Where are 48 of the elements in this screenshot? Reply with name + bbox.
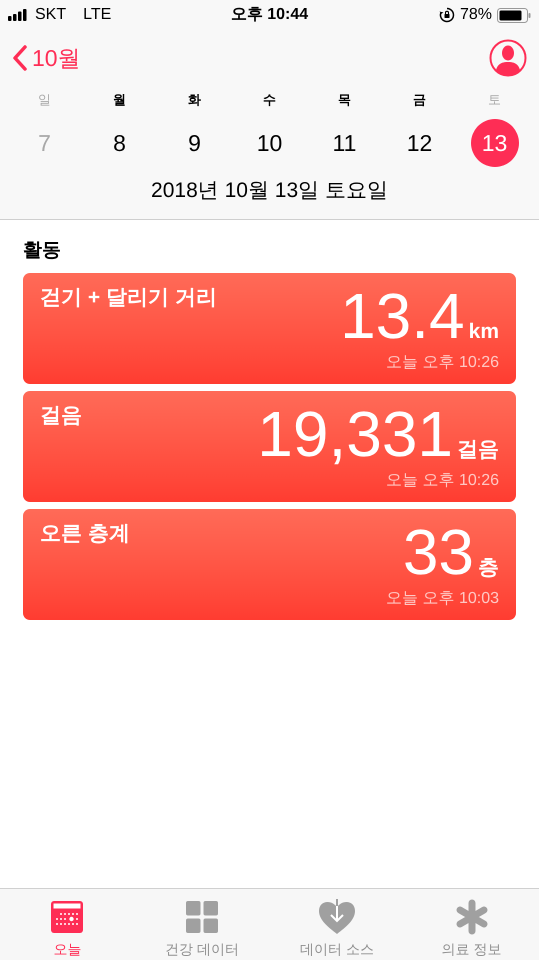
metric-unit: km bbox=[468, 319, 499, 345]
metric-unit: 층 bbox=[478, 555, 499, 581]
updated-time: 오늘 오후 10:03 bbox=[386, 589, 499, 609]
calendar-icon bbox=[50, 900, 84, 934]
heart-arrow-icon bbox=[318, 899, 356, 935]
weekday-label: 금 bbox=[413, 91, 426, 108]
grid-icon bbox=[185, 900, 220, 934]
weekday-label: 화 bbox=[188, 91, 201, 108]
card-title: 걷기 + 달리기 거리 bbox=[40, 285, 217, 311]
activity-card[interactable]: 걸음 19,331 걸음 오늘 오후 10:26 bbox=[23, 391, 516, 502]
day-button[interactable]: 11 bbox=[320, 119, 368, 167]
battery-icon bbox=[497, 8, 531, 22]
day-button[interactable]: 7 bbox=[20, 119, 68, 167]
tab-button[interactable]: 의료 정보 bbox=[404, 889, 539, 960]
battery-percent: 78% bbox=[460, 5, 492, 25]
selected-date: 2018년 10월 13일 토요일 bbox=[151, 178, 388, 204]
section-title: 활동 bbox=[23, 240, 61, 260]
activity-card[interactable]: 오른 층계 33 층 오늘 오후 10:03 bbox=[23, 509, 516, 620]
day-button[interactable]: 10 bbox=[246, 119, 294, 167]
carrier-name: SKT bbox=[35, 5, 66, 25]
chevron-icon bbox=[12, 44, 28, 72]
metric-value: 19,331 bbox=[257, 401, 453, 467]
card-title: 오른 층계 bbox=[40, 521, 130, 547]
updated-time: 오늘 오후 10:26 bbox=[386, 471, 499, 491]
metric-value: 33 bbox=[402, 519, 474, 585]
status-time: 오후 10:44 bbox=[230, 5, 308, 25]
weekday-label: 수 bbox=[263, 91, 276, 108]
day-button[interactable]: 12 bbox=[396, 119, 444, 167]
tab-button[interactable]: 오늘 bbox=[0, 889, 135, 960]
metric-value: 13.4 bbox=[340, 283, 465, 349]
card-title: 걸음 bbox=[40, 403, 82, 429]
day-button[interactable]: 13 bbox=[470, 119, 518, 167]
day-button[interactable]: 9 bbox=[170, 119, 218, 167]
activity-card[interactable]: 걷기 + 달리기 거리 13.4 km 오늘 오후 10:26 bbox=[23, 273, 516, 384]
metric-unit: 걸음 bbox=[457, 437, 499, 463]
rotation-lock-icon bbox=[438, 7, 455, 23]
asterisk-icon bbox=[454, 899, 490, 935]
back-button[interactable]: 10월 bbox=[12, 40, 81, 76]
day-button[interactable]: 8 bbox=[96, 119, 144, 167]
profile-icon[interactable] bbox=[489, 39, 527, 77]
weekday-label: 토 bbox=[488, 91, 501, 108]
weekday-label: 목 bbox=[338, 91, 351, 108]
updated-time: 오늘 오후 10:26 bbox=[386, 353, 499, 373]
tab-button[interactable]: 건강 데이터 bbox=[134, 889, 270, 960]
tab-button[interactable]: 데이터 소스 bbox=[270, 889, 404, 960]
weekday-label: 월 bbox=[113, 91, 126, 108]
weekday-label: 일 bbox=[38, 91, 51, 108]
network-type: LTE bbox=[83, 5, 112, 25]
